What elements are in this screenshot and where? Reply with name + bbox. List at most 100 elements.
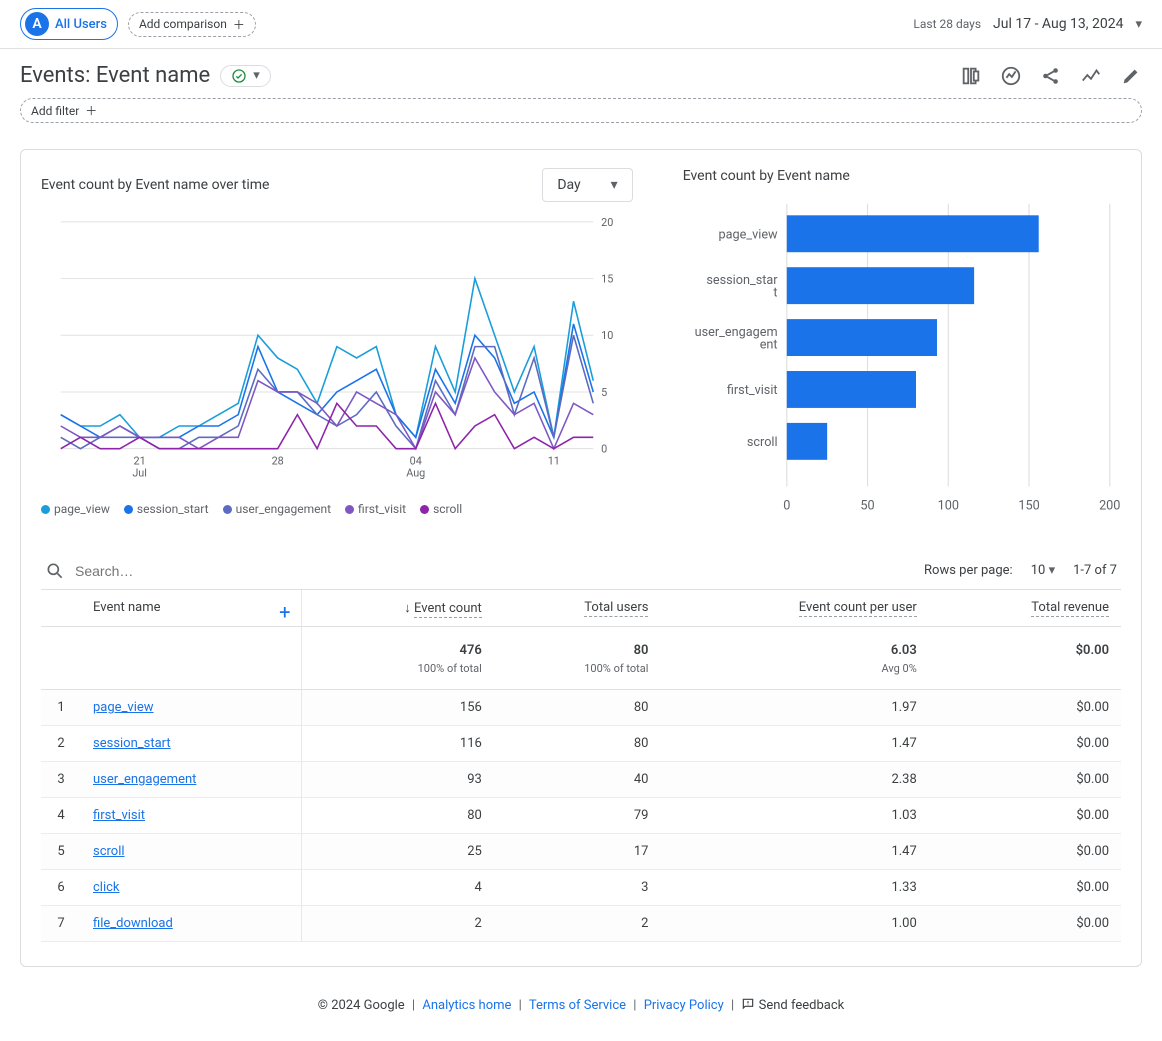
event-link[interactable]: click [93,880,120,895]
col-event-name: Event name [93,600,161,615]
subtotal-event-count: 100% of total [301,662,494,690]
chart-legend: page_view session_start user_engagement fir… [41,502,633,516]
row-event-name: scroll [81,833,301,869]
total-ecpu: 6.03 [660,626,928,662]
chevron-down-icon: ▾ [1135,17,1142,32]
subtotal-users: 100% of total [494,662,661,690]
page-title: Events: Event name [20,63,210,88]
event-link[interactable]: scroll [93,844,125,859]
legend-item[interactable]: scroll [420,502,462,516]
row-revenue: $0.00 [929,725,1121,761]
svg-text:50: 50 [860,498,874,513]
chevron-down-icon: ▾ [611,177,618,193]
svg-text:100: 100 [937,498,958,513]
rows-per-page-select[interactable]: 10 ▾ [1031,563,1055,578]
send-feedback-button[interactable]: Send feedback [741,998,844,1013]
event-link[interactable]: user_engagement [93,772,196,787]
total-revenue: $0.00 [929,626,1121,662]
subtotal-revenue [929,662,1121,690]
event-link[interactable]: page_view [93,700,154,715]
status-dropdown[interactable]: ▾ [220,65,271,87]
row-event-name: page_view [81,689,301,725]
row-event-name: click [81,869,301,905]
row-users: 40 [494,761,661,797]
rows-per-page-label: Rows per page: [924,563,1013,578]
table-row: 3 user_engagement 93 40 2.38 $0.00 [41,761,1121,797]
add-comparison-button[interactable]: Add comparison ＋ [128,12,256,37]
add-filter-button[interactable]: Add filter ＋ [20,98,1142,123]
legend-item[interactable]: page_view [41,502,110,516]
add-dimension-button[interactable]: + [279,600,290,624]
row-count: 2 [301,905,494,941]
svg-text:first_visit: first_visit [727,383,778,398]
col-revenue[interactable]: Total revenue [1031,600,1109,617]
top-bar: A All Users Add comparison ＋ Last 28 day… [0,0,1162,49]
legend-item[interactable]: session_start [124,502,209,516]
table-row: 2 session_start 116 80 1.47 $0.00 [41,725,1121,761]
row-event-name: first_visit [81,797,301,833]
share-icon[interactable] [1040,65,1062,87]
edit-icon[interactable] [1120,65,1142,87]
plus-icon: ＋ [85,102,97,119]
audience-label: All Users [55,17,107,32]
event-link[interactable]: session_start [93,736,171,751]
row-revenue: $0.00 [929,905,1121,941]
svg-text:5: 5 [601,386,607,399]
footer-copyright: © 2024 Google [318,998,405,1013]
audience-pill[interactable]: A All Users [20,8,118,40]
row-ecpu: 1.47 [660,833,928,869]
title-bar: Events: Event name ▾ [0,49,1162,94]
insights-icon[interactable] [1000,65,1022,87]
svg-text:150: 150 [1018,498,1039,513]
granularity-select[interactable]: Day ▾ [542,168,632,202]
row-event-name: session_start [81,725,301,761]
footer-link-home[interactable]: Analytics home [422,998,511,1013]
footer-link-tos[interactable]: Terms of Service [529,998,626,1013]
svg-text:0: 0 [783,498,790,513]
col-event-count[interactable]: Event count [414,601,482,618]
total-event-count: 476 [301,626,494,662]
add-comparison-label: Add comparison [139,17,227,31]
event-link[interactable]: file_download [93,916,173,931]
search-icon [45,561,65,581]
date-range-label: Last 28 days [913,17,981,31]
legend-dot-icon [124,505,133,514]
col-total-users[interactable]: Total users [584,600,648,617]
row-event-name: user_engagement [81,761,301,797]
col-ecpu[interactable]: Event count per user [799,600,917,617]
svg-text:ent: ent [759,338,777,353]
check-circle-icon [231,68,247,84]
date-range-picker[interactable]: Last 28 days Jul 17 - Aug 13, 2024 ▾ [913,16,1142,32]
row-index: 2 [41,725,81,761]
row-event-name: file_download [81,905,301,941]
bar-chart: 050100150200page_viewsession_startuser_e… [683,198,1121,521]
table-row: 7 file_download 2 2 1.00 $0.00 [41,905,1121,941]
audience-badge-icon: A [25,12,49,36]
event-link[interactable]: first_visit [93,808,145,823]
svg-text:28: 28 [272,454,284,467]
total-users: 80 [494,626,661,662]
legend-item[interactable]: first_visit [345,502,406,516]
row-revenue: $0.00 [929,833,1121,869]
svg-text:11: 11 [548,454,560,467]
row-index: 1 [41,689,81,725]
customize-icon[interactable] [960,65,982,87]
row-count: 25 [301,833,494,869]
date-range-value: Jul 17 - Aug 13, 2024 [993,16,1123,32]
chevron-down-icon: ▾ [1049,563,1056,578]
page-footer: © 2024 Google | Analytics home | Terms o… [0,979,1162,1041]
table-row: 4 first_visit 80 79 1.03 $0.00 [41,797,1121,833]
bar-chart-title: Event count by Event name [683,168,1121,184]
footer-link-privacy[interactable]: Privacy Policy [644,998,724,1013]
row-count: 93 [301,761,494,797]
svg-text:20: 20 [601,216,613,229]
report-panel: Event count by Event name over time Day … [20,149,1142,967]
search-input[interactable] [75,563,914,579]
row-index: 7 [41,905,81,941]
events-table: Event name + ↓ Event count Total users E… [41,590,1121,942]
legend-item[interactable]: user_engagement [223,502,331,516]
legend-dot-icon [420,505,429,514]
row-revenue: $0.00 [929,797,1121,833]
trend-icon[interactable] [1080,65,1102,87]
row-ecpu: 2.38 [660,761,928,797]
